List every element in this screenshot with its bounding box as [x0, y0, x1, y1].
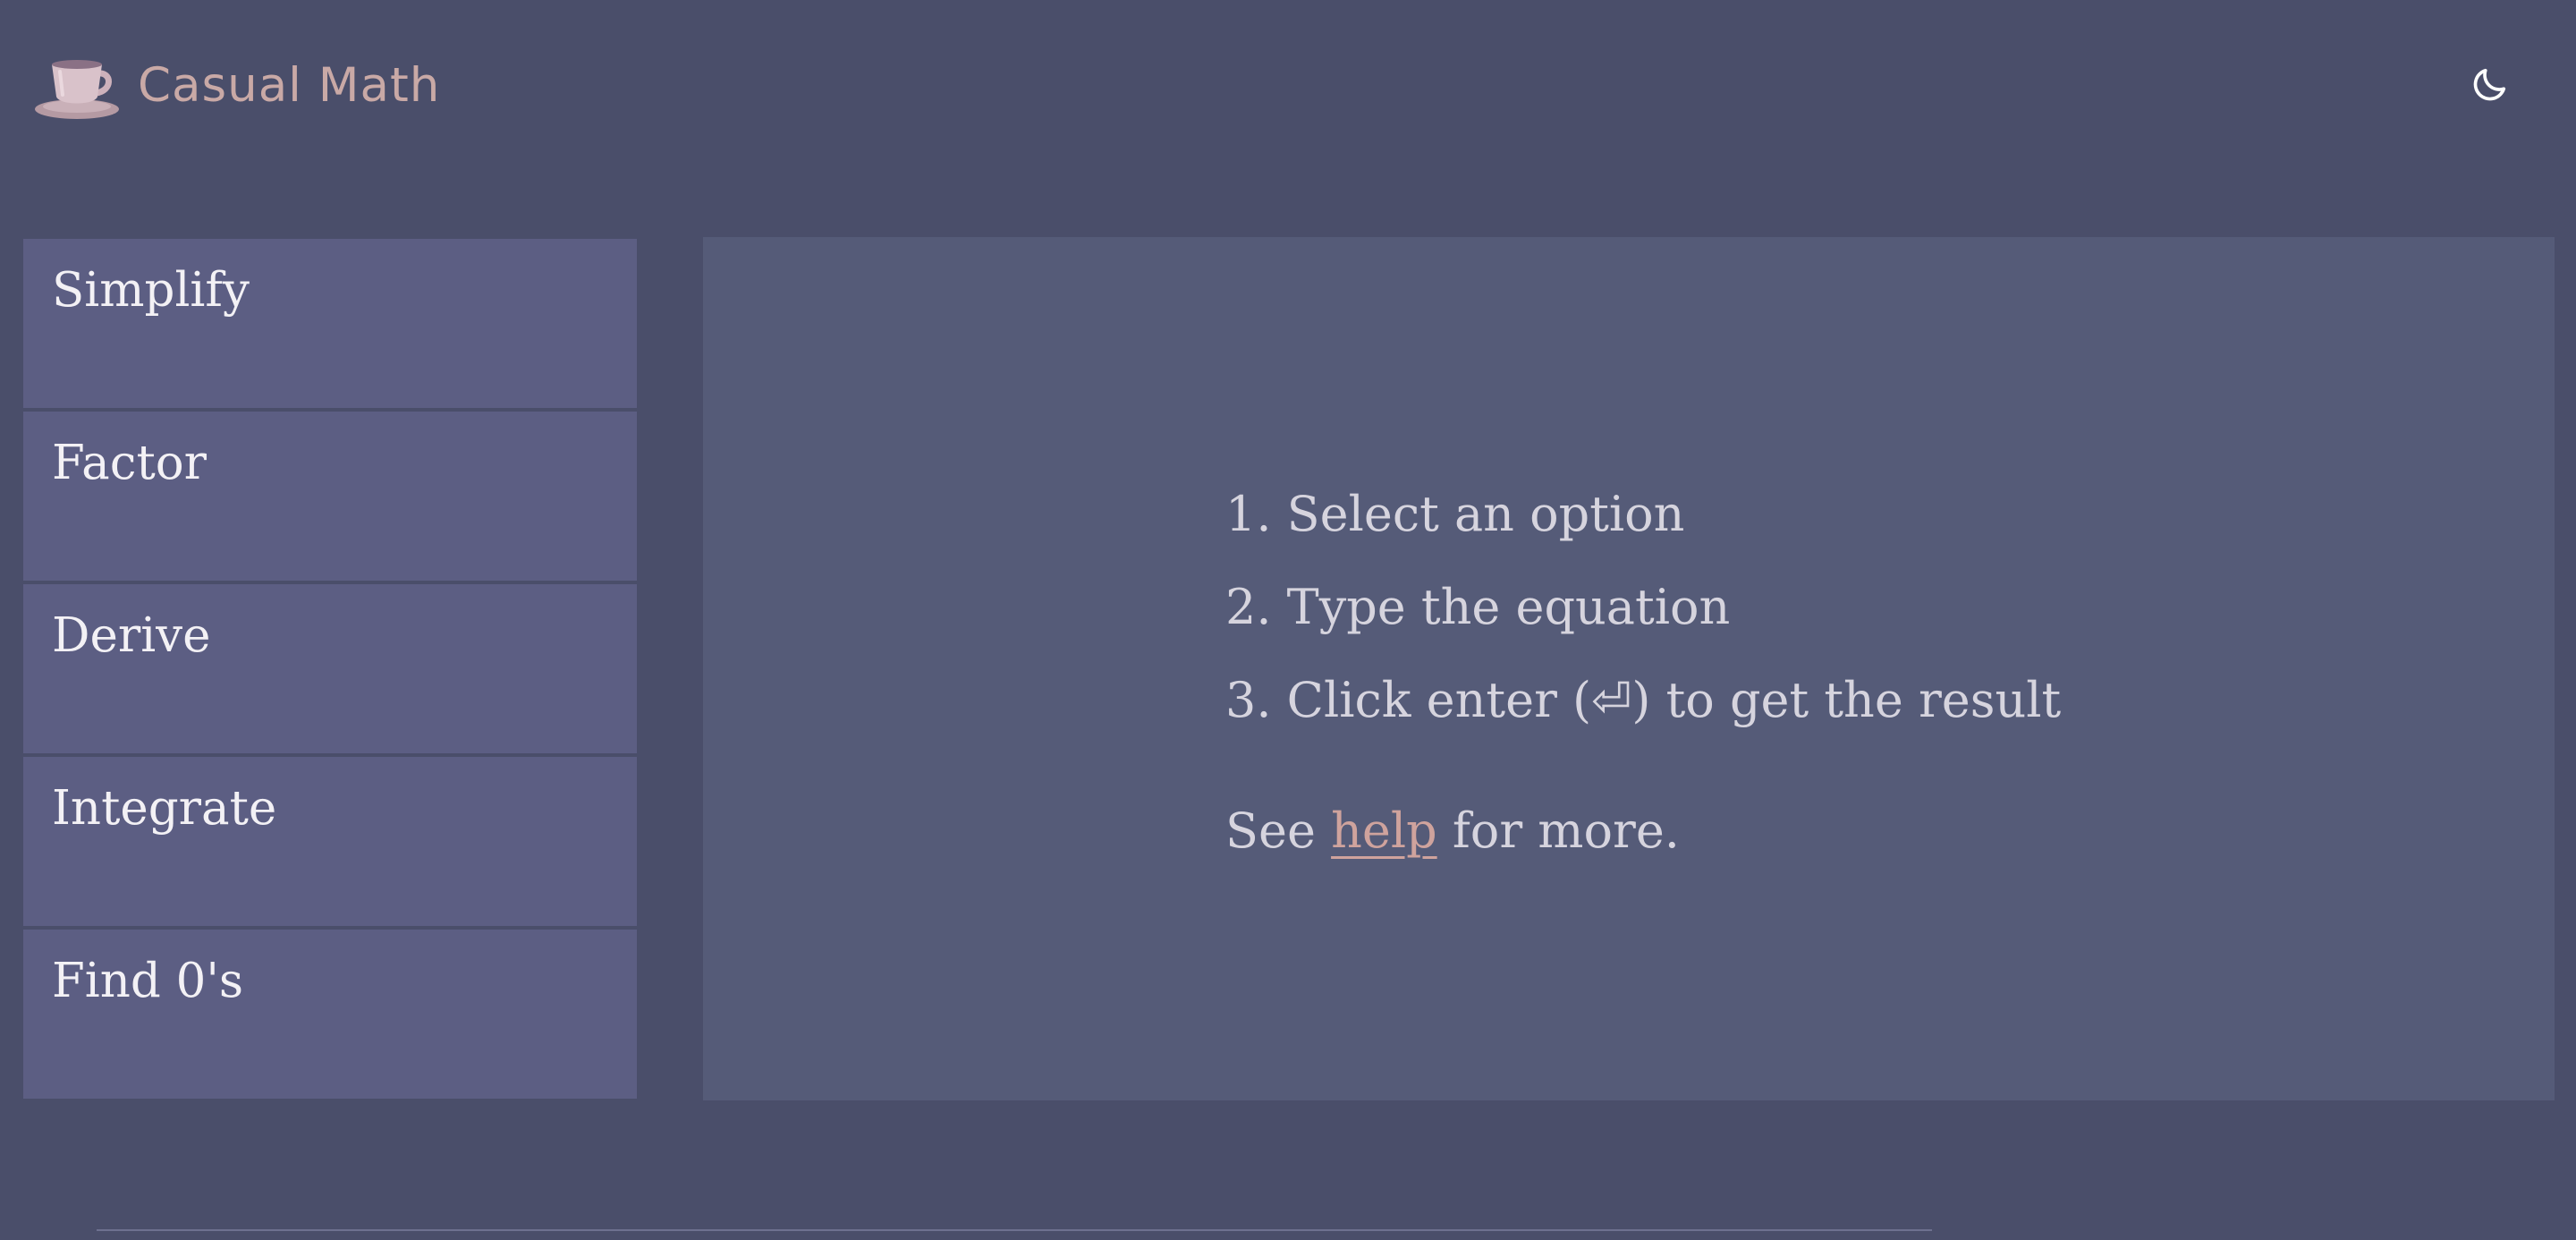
footer-divider	[97, 1229, 1932, 1231]
result-panel: 1. Select an option 2. Type the equation…	[703, 237, 2555, 1100]
app-header: Casual Math	[0, 0, 2576, 170]
instruction-step-3: 3. Click enter (⏎) to get the result	[1225, 672, 2062, 728]
app-title: Casual Math	[138, 58, 441, 113]
help-prefix: See	[1225, 803, 1332, 859]
instruction-step-2: 2. Type the equation	[1225, 579, 1731, 635]
option-integrate[interactable]: Integrate	[23, 757, 637, 926]
option-label: Integrate	[52, 781, 277, 836]
brand-home-link[interactable]: Casual Math	[32, 50, 440, 122]
option-label: Factor	[52, 436, 208, 490]
option-label: Derive	[52, 608, 211, 663]
option-find-zeros[interactable]: Find 0's	[23, 930, 637, 1099]
teacup-icon	[35, 60, 119, 119]
instructions: 1. Select an option 2. Type the equation…	[1225, 468, 2061, 878]
help-link[interactable]: help	[1331, 803, 1437, 859]
option-factor[interactable]: Factor	[23, 412, 637, 581]
instruction-step-1: 1. Select an option	[1225, 486, 1685, 542]
option-simplify[interactable]: Simplify	[23, 239, 637, 408]
option-derive[interactable]: Derive	[23, 584, 637, 753]
moon-icon	[2473, 68, 2506, 101]
option-label: Simplify	[52, 263, 250, 318]
help-line: See help for more.	[1225, 785, 2061, 878]
theme-toggle-button[interactable]	[2460, 55, 2519, 115]
option-label: Find 0's	[52, 954, 244, 1008]
operation-options: Simplify Factor Derive Integrate Find 0'…	[23, 239, 637, 1102]
help-suffix: for more.	[1436, 803, 1680, 859]
